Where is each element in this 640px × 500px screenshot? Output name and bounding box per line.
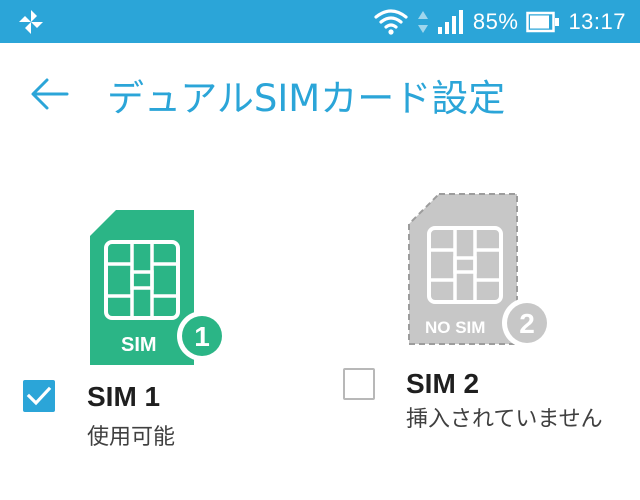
sim2-slot-number: 2 bbox=[519, 308, 535, 339]
clock: 13:17 bbox=[568, 8, 626, 34]
data-activity-icon bbox=[417, 10, 428, 33]
sim1-checkbox[interactable] bbox=[23, 380, 55, 412]
battery-percent: 85% bbox=[472, 8, 519, 34]
pinwheel-icon bbox=[19, 10, 43, 34]
status-icons: 85% 13:17 bbox=[373, 0, 626, 43]
battery-icon bbox=[526, 11, 560, 32]
cell-signal-icon bbox=[437, 9, 463, 34]
sim2-card-label: NO SIM bbox=[425, 318, 485, 337]
checkmark-icon bbox=[26, 386, 52, 406]
sim1-card-label: SIM bbox=[121, 334, 157, 356]
sim2-option[interactable]: SIM 2 挿入されていません bbox=[340, 365, 630, 475]
sim1-card-illustration: SIM 1 bbox=[88, 208, 230, 368]
page-title: デュアルSIMカード設定 bbox=[107, 77, 506, 120]
sim2-checkbox[interactable] bbox=[343, 368, 375, 400]
wifi-icon bbox=[374, 8, 408, 35]
back-arrow-icon[interactable] bbox=[30, 77, 70, 111]
sim1-status: 使用可能 bbox=[87, 425, 176, 450]
sim2-card-illustration: NO SIM 2 bbox=[405, 192, 557, 352]
sim2-status: 挿入されていません bbox=[406, 407, 603, 432]
sim1-slot-number: 1 bbox=[194, 321, 210, 352]
status-bar: 85% 13:17 bbox=[0, 0, 640, 43]
sim2-name: SIM 2 bbox=[406, 368, 480, 399]
sim1-name: SIM 1 bbox=[87, 381, 161, 412]
sim1-option[interactable]: SIM 1 使用可能 bbox=[20, 375, 280, 455]
